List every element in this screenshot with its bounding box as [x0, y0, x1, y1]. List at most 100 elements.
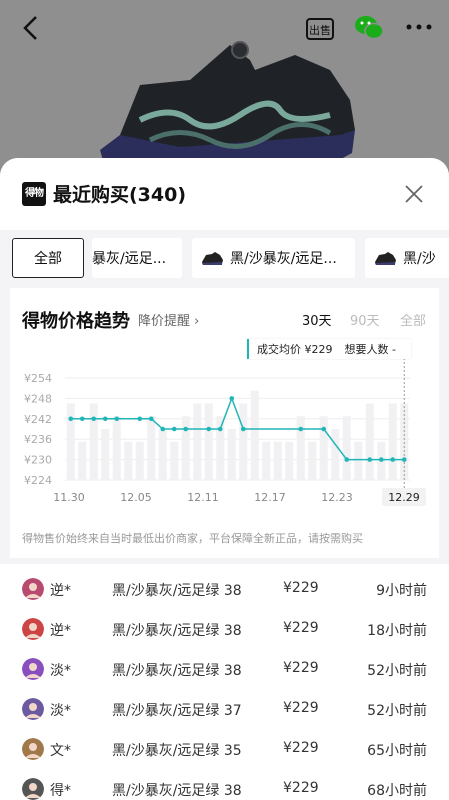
price-point: [321, 426, 327, 432]
variant-filter-bar: 全部 暴灰/远足... 黑/沙暴灰/远足... 黑/沙: [0, 238, 449, 282]
top-bar: 出售: [0, 0, 449, 56]
volume-bar: [170, 441, 179, 480]
purchase-time: 52小时前: [367, 663, 427, 679]
volume-bar: [112, 416, 121, 480]
volume-bar: [78, 441, 87, 480]
volume-bar: [101, 429, 110, 480]
y-tick-label: ¥236: [24, 433, 52, 446]
volume-bar: [66, 403, 75, 480]
volume-bar: [204, 403, 213, 480]
volume-bar: [89, 403, 98, 480]
tooltip-wanted-count: 想要人数 -: [344, 343, 396, 356]
y-tick-label: ¥248: [24, 392, 52, 405]
price-trend-chart[interactable]: ¥254 ¥248 ¥242 ¥236 ¥230 ¥22411.30 12.05 12.11 1…: [10, 358, 439, 518]
price-point: [217, 426, 223, 432]
price-point: [102, 416, 108, 422]
chevron-left-icon[interactable]: [18, 14, 44, 42]
price-point: [171, 426, 177, 432]
x-tick-label: 12.29: [388, 491, 420, 504]
price-point: [114, 416, 120, 422]
filter-variant-3[interactable]: 黑/沙: [365, 238, 449, 278]
volume-bar: [388, 403, 397, 480]
price-point: [183, 426, 189, 432]
y-tick-label: ¥242: [24, 413, 52, 426]
purchase-price: ¥229: [283, 580, 319, 596]
purchase-user: 逆*: [50, 583, 71, 599]
volume-bar: [273, 441, 282, 480]
y-tick-label: ¥224: [24, 474, 52, 487]
price-trend-card: 得物价格趋势 降价提醒 › 30天 90天 全部 ¥254 ¥248 ¥242 ¥23…: [10, 288, 439, 558]
avatar-icon: [22, 618, 44, 640]
range-all[interactable]: 全部: [400, 310, 426, 329]
purchase-price: ¥229: [283, 740, 319, 756]
shoe-thumbnail-icon: [375, 252, 396, 265]
range-30-days[interactable]: 30天: [302, 310, 332, 329]
filter-variant-2[interactable]: 黑/沙暴灰/远足...: [192, 238, 355, 278]
volume-bar: [227, 429, 236, 480]
purchase-row: 文* 黑/沙暴灰/远足绿 35 ¥229 65小时前: [0, 730, 449, 770]
sell-label: 出售: [309, 23, 331, 37]
purchase-user: 文*: [50, 743, 71, 759]
price-alert-link[interactable]: 降价提醒 ›: [138, 310, 199, 329]
volume-bar: [319, 416, 328, 480]
purchase-variant: 黑/沙暴灰/远足绿 38: [112, 663, 242, 679]
filter-variant-1[interactable]: 暴灰/远足...: [92, 238, 182, 278]
purchase-time: 18小时前: [367, 623, 427, 639]
x-tick-label: 12.23: [321, 491, 353, 504]
volume-bar: [365, 403, 374, 480]
volume-bar: [181, 416, 190, 480]
y-tick-label: ¥254: [24, 372, 52, 385]
volume-bar: [354, 441, 363, 480]
sheet-header: 得物 最近购买(340): [0, 158, 449, 230]
purchase-user: 淡*: [50, 703, 71, 719]
price-point: [229, 396, 235, 401]
avatar-icon: [22, 658, 44, 680]
more-dots-icon[interactable]: [405, 20, 433, 34]
sell-badge-icon[interactable]: 出售: [305, 14, 335, 44]
range-90-days[interactable]: 90天: [350, 310, 380, 329]
purchase-list: 逆* 黑/沙暴灰/远足绿 38 ¥229 9小时前 逆* 黑/沙暴灰/远足绿 38 ¥229…: [0, 564, 449, 800]
volume-bar: [262, 441, 271, 480]
purchase-user: 逆*: [50, 623, 71, 639]
y-tick-label: ¥230: [24, 454, 52, 467]
tooltip-avg-price: 成交均价 ¥229: [257, 343, 333, 356]
volume-bar: [342, 416, 351, 480]
wechat-icon[interactable]: [354, 14, 384, 42]
purchase-row: 淡* 黑/沙暴灰/远足绿 37 ¥229 52小时前: [0, 690, 449, 730]
price-point: [378, 457, 384, 462]
purchase-variant: 黑/沙暴灰/远足绿 38: [112, 623, 242, 639]
purchase-time: 65小时前: [367, 743, 427, 759]
purchase-user: 淡*: [50, 663, 71, 679]
price-point: [390, 457, 396, 462]
volume-bar: [193, 403, 202, 480]
volume-bar: [285, 441, 294, 480]
volume-bar: [296, 416, 305, 480]
product-header: 出售: [0, 0, 449, 175]
volume-bar: [239, 403, 248, 480]
price-point: [148, 416, 154, 422]
volume-bar: [308, 441, 317, 480]
x-tick-label: 12.17: [254, 491, 286, 504]
filter-variant-1-label: 暴灰/远足...: [92, 251, 167, 267]
close-icon[interactable]: [402, 182, 426, 206]
price-point: [137, 416, 143, 422]
purchase-variant: 黑/沙暴灰/远足绿 38: [112, 583, 242, 599]
purchase-variant: 黑/沙暴灰/远足绿 37: [112, 703, 242, 719]
x-tick-label: 11.30: [53, 491, 85, 504]
purchase-time: 68小时前: [367, 783, 427, 799]
price-point: [91, 416, 97, 422]
filter-variant-3-label: 黑/沙: [403, 251, 436, 267]
price-point: [298, 426, 304, 432]
filter-variant-2-label: 黑/沙暴灰/远足...: [230, 251, 337, 267]
volume-bar: [135, 441, 144, 480]
filter-all[interactable]: 全部: [12, 238, 84, 278]
recent-purchases-sheet: 得物 最近购买(340) 全部 暴灰/远足... 黑/沙暴灰/远足... 黑/沙…: [0, 158, 449, 800]
purchase-price: ¥229: [283, 660, 319, 676]
price-point: [401, 457, 407, 462]
avatar-icon: [22, 778, 44, 800]
purchase-time: 52小时前: [367, 703, 427, 719]
price-point: [79, 416, 85, 422]
purchase-user: 得*: [50, 783, 71, 799]
volume-bar: [158, 429, 167, 480]
trend-title: 得物价格趋势: [22, 311, 130, 332]
